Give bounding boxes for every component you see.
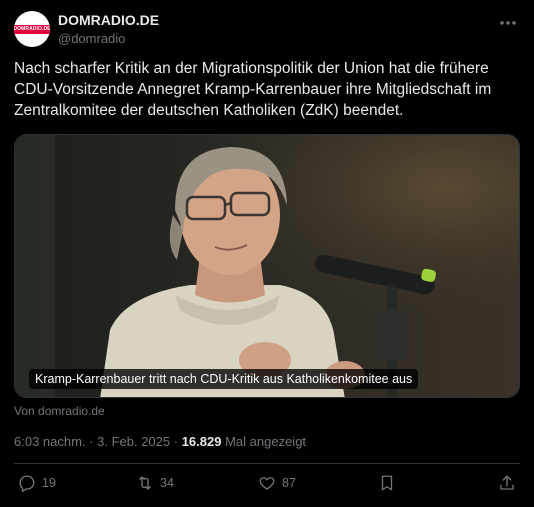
tweet-header: DOMRADIO.DE DOMRADIO.DE @domradio (14, 10, 520, 50)
repost-icon (139, 476, 151, 490)
view-count: 16.829 (181, 434, 222, 449)
media-photo (15, 135, 519, 397)
user-handle[interactable]: @domradio (58, 31, 125, 46)
tweet-date[interactable]: 3. Feb. 2025 (97, 434, 170, 449)
like-count: 87 (282, 476, 296, 490)
link-source[interactable]: Von domradio.de (14, 404, 105, 418)
media-caption: Kramp-Karrenbauer tritt nach CDU-Kritik … (29, 369, 419, 389)
reply-button[interactable]: 19 (18, 474, 56, 492)
repost-count: 34 (160, 476, 174, 490)
tweet-text: Nach scharfer Kritik an der Migrationspo… (14, 60, 492, 119)
reply-icon (19, 475, 35, 492)
meta-separator: · (89, 434, 98, 449)
more-icon[interactable] (498, 16, 518, 30)
like-button[interactable]: 87 (258, 474, 296, 492)
repost-button[interactable]: 34 (136, 474, 174, 492)
share-button[interactable] (498, 474, 516, 492)
divider (14, 463, 520, 464)
avatar[interactable]: DOMRADIO.DE (14, 11, 50, 47)
media-card[interactable]: Kramp-Karrenbauer tritt nach CDU-Kritik … (14, 134, 520, 398)
tweet-time[interactable]: 6:03 nachm. (14, 434, 86, 449)
tweet-meta: 6:03 nachm. · 3. Feb. 2025 · 16.829 Mal … (14, 434, 306, 449)
bookmark-button[interactable] (378, 474, 396, 492)
views-label: Mal angezeigt (225, 434, 307, 449)
like-icon (259, 477, 275, 490)
display-name[interactable]: DOMRADIO.DE (58, 12, 159, 28)
meta-separator: · (173, 434, 182, 449)
bookmark-icon (381, 475, 393, 491)
reply-count: 19 (42, 476, 56, 490)
avatar-logo-text: DOMRADIO.DE (14, 24, 50, 34)
tweet-card[interactable]: DOMRADIO.DE DOMRADIO.DE @domradio Nach s… (0, 0, 534, 507)
share-icon (500, 475, 514, 490)
action-bar: 19 34 87 (14, 474, 520, 496)
